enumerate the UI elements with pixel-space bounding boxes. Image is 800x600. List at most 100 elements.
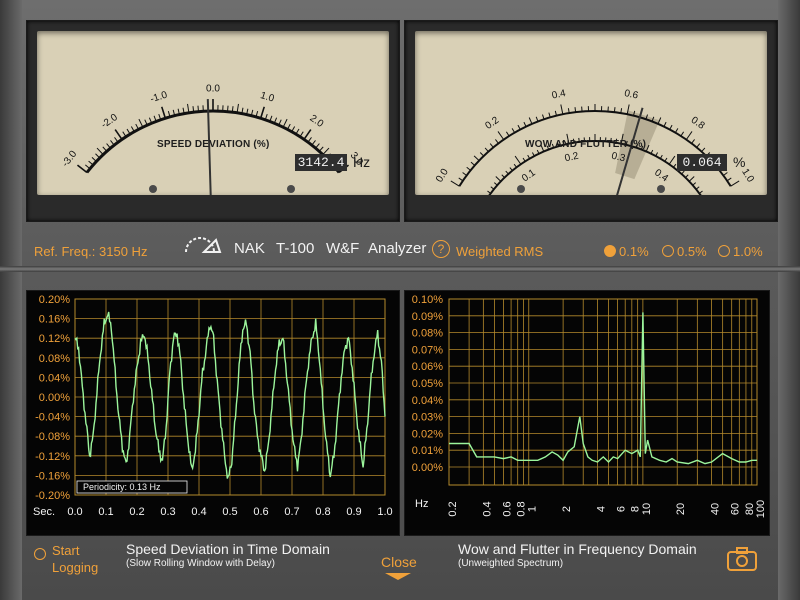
- wf-outer-tick: [523, 121, 527, 127]
- x-tick-label: 0.5: [222, 506, 237, 518]
- weighted-rms-label: Weighted RMS: [456, 244, 544, 259]
- x-tick-label: 0.6: [253, 506, 268, 518]
- speed-tick: [96, 147, 104, 155]
- wf-outer-tick: [726, 177, 732, 182]
- wf-inner-tick: [522, 157, 526, 162]
- wf-inner-tick: [695, 186, 700, 190]
- wf-outer-tick: [470, 161, 476, 166]
- x-tick-label: 0.2: [447, 501, 459, 516]
- time-domain-chart: 0.20% 0.16% 0.12% 0.08% 0.04% 0.00% -0.04% -0.0…: [26, 290, 400, 536]
- wf-inner-tick: [668, 155, 676, 165]
- meter-screw: [517, 185, 525, 193]
- speed-tick: [114, 129, 123, 140]
- wf-outer-tick: [691, 139, 695, 144]
- camera-icon[interactable]: [726, 546, 758, 572]
- wf-outer-tick: [450, 180, 460, 187]
- x-tick-label: 40: [709, 503, 721, 515]
- speed-meter-face: -3.0 -2.0 -1.0 0.0 1.0 2.0 3.0 SPEED DEVIATION…: [37, 31, 389, 195]
- x-axis-unit: Hz: [415, 498, 428, 510]
- x-tick-label: 100: [755, 500, 767, 518]
- wf-outer-tick: [462, 172, 467, 176]
- wf-inner-tick: [513, 163, 517, 168]
- range-label: 0.5%: [677, 244, 707, 259]
- y-tick-label: 0.02%: [412, 428, 443, 440]
- wf-outer-tick: [680, 131, 685, 137]
- freq-domain-plot: 0.10% 0.09% 0.08% 0.07% 0.06% 0.05% 0.04% 0.03%…: [412, 294, 767, 518]
- speed-tick-label: -3.0: [60, 149, 80, 170]
- wf-outer-label: 0.2: [484, 115, 502, 132]
- wf-inner-tick: [505, 170, 509, 175]
- y-tick-label: 0.04%: [39, 372, 70, 384]
- x-tick-label: 1: [527, 506, 539, 512]
- freq-chart-title: Wow and Flutter in Frequency Domain: [458, 541, 697, 557]
- x-tick-label: 20: [675, 503, 687, 515]
- spectrum-trace: [449, 312, 757, 465]
- brand-wf: W&F: [326, 240, 360, 257]
- wf-inner-tick: [664, 157, 668, 162]
- speedometer-logo-icon: [185, 237, 222, 253]
- ref-freq-label: Ref. Freq.: 3150 Hz: [34, 244, 148, 259]
- range-option-0-5[interactable]: 0.5%: [662, 244, 707, 259]
- wf-outer-tick: [466, 166, 471, 171]
- wf-outer-tick: [730, 180, 740, 187]
- speed-meter-title: SPEED DEVIATION (%): [157, 139, 270, 150]
- y-tick-label: 0.06%: [412, 361, 443, 373]
- speed-tick: [197, 105, 199, 112]
- close-button[interactable]: Close: [381, 554, 417, 580]
- wf-outer-label: 0.8: [689, 115, 707, 132]
- x-tick-label: 0.2: [129, 506, 144, 518]
- periodicity-label: Periodicity: 0.13 Hz: [83, 482, 161, 492]
- x-tick-label: 4: [595, 506, 607, 512]
- speed-tick: [315, 143, 320, 149]
- y-tick-label: 0.20%: [39, 294, 70, 306]
- wf-outer-tick: [473, 155, 480, 162]
- speed-tick-label: -2.0: [99, 112, 120, 131]
- y-tick-label: 0.08%: [412, 328, 443, 340]
- range-label: 0.1%: [619, 244, 649, 259]
- wf-meter-face: 0.00.20.40.60.81.00.00.10.20.30.40.5 WOW…: [415, 31, 767, 195]
- x-tick-label: 0.8: [315, 506, 330, 518]
- speed-tick: [102, 146, 108, 152]
- radio-icon: [34, 548, 46, 560]
- y-tick-label: 0.00%: [39, 392, 70, 404]
- speed-tick: [282, 118, 288, 128]
- speed-tick: [311, 140, 316, 146]
- speed-tick-label: -1.0: [149, 89, 169, 105]
- y-tick-label: 0.09%: [412, 311, 443, 323]
- y-tick-label: 0.12%: [39, 333, 70, 345]
- range-label: 1.0%: [733, 244, 763, 259]
- speed-unit: Hz: [353, 154, 371, 170]
- wf-inner-tick: [509, 167, 513, 171]
- wf-inner-tick: [495, 176, 502, 182]
- x-tick-label: 60: [730, 503, 742, 515]
- wf-outer-tick: [517, 124, 521, 130]
- wf-inner-tick: [699, 190, 703, 194]
- brand-analyzer: Analyzer: [368, 240, 427, 257]
- range-option-1-0[interactable]: 1.0%: [718, 244, 763, 259]
- wf-readout: 0.064: [677, 154, 727, 171]
- speed-tick: [303, 129, 312, 140]
- wf-inner-tick: [688, 176, 695, 182]
- wf-inner-tick: [514, 155, 522, 165]
- analyzer-window: -3.0 -2.0 -1.0 0.0 1.0 2.0 3.0 SPEED DEVIATION…: [0, 0, 800, 600]
- wf-outer-tick: [495, 139, 499, 144]
- y-tick-label: 0.00%: [412, 462, 443, 474]
- close-label: Close: [381, 554, 417, 570]
- range-option-0-1[interactable]: 0.1%: [604, 244, 649, 259]
- wf-outer-tick: [511, 128, 516, 133]
- speed-meter-panel: -3.0 -2.0 -1.0 0.0 1.0 2.0 3.0 SPEED DEVIATION…: [26, 20, 400, 222]
- y-tick-label: 0.07%: [412, 344, 443, 356]
- time-domain-plot: 0.20% 0.16% 0.12% 0.08% 0.04% 0.00% -0.04% -0.0…: [33, 294, 393, 518]
- wf-inner-tick: [673, 163, 677, 168]
- wf-outer-tick: [574, 107, 577, 113]
- speed-tick: [299, 131, 304, 137]
- divider-rail: [0, 266, 800, 272]
- help-button[interactable]: ?: [432, 240, 450, 258]
- wf-inner-label: 0.4: [652, 167, 670, 184]
- speed-tick: [160, 106, 167, 119]
- wf-outer-tick: [696, 143, 701, 148]
- wf-outer-tick: [458, 177, 464, 182]
- y-tick-label: 0.10%: [412, 294, 443, 306]
- y-tick-label: 0.16%: [39, 314, 70, 326]
- speed-tick-label: 0.0: [206, 84, 220, 95]
